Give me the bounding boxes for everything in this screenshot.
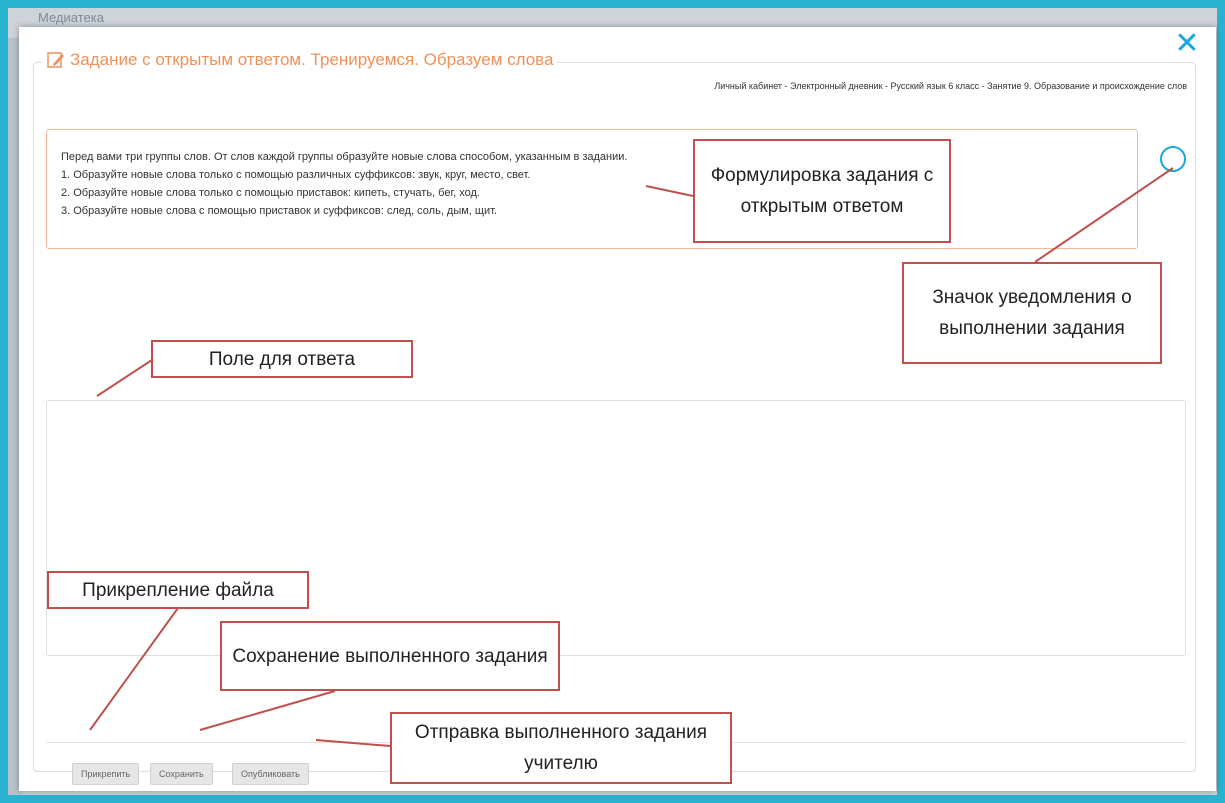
- connector-task-wording: [645, 185, 694, 197]
- connector-answer-field: [96, 359, 153, 397]
- callout-connectors: [89, 167, 1174, 747]
- connector-attach: [89, 607, 179, 731]
- connector-publish: [315, 739, 391, 747]
- connector-save: [199, 690, 336, 731]
- callout-attach-file: Прикрепление файла: [47, 571, 309, 609]
- callout-save-task: Сохранение выполненного задания: [220, 621, 560, 691]
- callout-notification-icon: Значок уведомления о выполнении задания: [902, 262, 1162, 364]
- callout-send-task: Отправка выполненного задания учителю: [390, 712, 732, 784]
- callout-answer-field: Поле для ответа: [151, 340, 413, 378]
- callout-task-wording: Формулировка задания с открытым ответом: [693, 139, 951, 243]
- connector-notification: [1034, 167, 1174, 263]
